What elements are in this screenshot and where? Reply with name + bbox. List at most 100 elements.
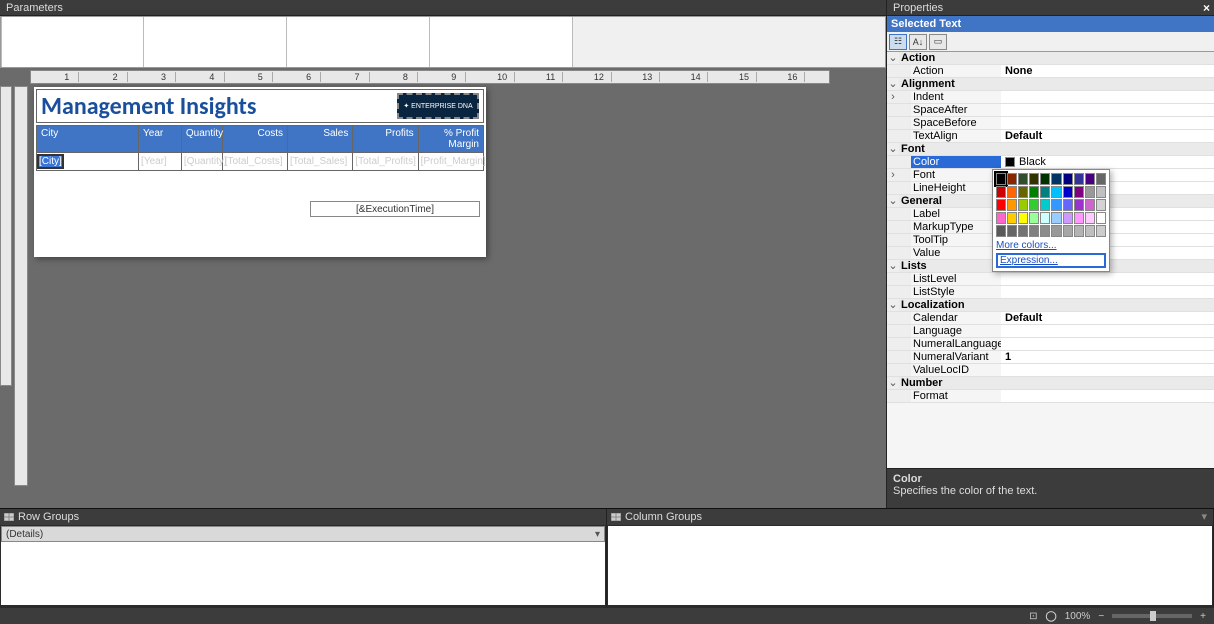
report-header[interactable]: Management Insights ✦ ENTERPRISE DNA <box>36 89 484 123</box>
color-swatch[interactable] <box>1051 173 1061 185</box>
property-row[interactable]: ListStyle <box>887 286 1214 299</box>
property-row[interactable]: Language <box>887 325 1214 338</box>
report-title[interactable]: Management Insights <box>41 92 256 121</box>
color-swatch[interactable] <box>1040 173 1050 185</box>
color-swatch[interactable] <box>1007 199 1017 211</box>
color-swatch[interactable] <box>1085 173 1095 185</box>
color-swatch[interactable] <box>1074 186 1084 198</box>
detail-cell[interactable]: [Profit_Margin] <box>418 153 483 171</box>
column-header[interactable]: Costs <box>222 126 287 153</box>
report-body[interactable]: Management Insights ✦ ENTERPRISE DNA Cit… <box>34 87 486 257</box>
color-swatch[interactable] <box>1040 186 1050 198</box>
parameters-area[interactable] <box>0 16 886 68</box>
color-swatch[interactable] <box>1096 225 1106 237</box>
param-cell[interactable] <box>144 17 287 67</box>
property-row[interactable]: ListLevel <box>887 273 1214 286</box>
property-row[interactable]: ActionNone <box>887 65 1214 78</box>
color-swatch[interactable] <box>1007 212 1017 224</box>
color-swatch[interactable] <box>1029 199 1039 211</box>
color-swatch[interactable] <box>1085 225 1095 237</box>
color-swatch[interactable] <box>1063 186 1073 198</box>
color-swatch[interactable] <box>1018 173 1028 185</box>
color-swatch[interactable] <box>1051 225 1061 237</box>
color-swatch[interactable] <box>1007 173 1017 185</box>
color-swatch[interactable] <box>1029 225 1039 237</box>
column-header[interactable]: Sales <box>288 126 353 153</box>
color-swatch[interactable] <box>1096 212 1106 224</box>
param-cell[interactable] <box>287 17 430 67</box>
color-swatch[interactable] <box>1018 225 1028 237</box>
column-header[interactable]: City <box>37 126 139 153</box>
color-swatch[interactable] <box>1074 225 1084 237</box>
property-row[interactable]: Format <box>887 390 1214 403</box>
logo-image[interactable]: ✦ ENTERPRISE DNA <box>397 93 479 119</box>
color-swatch[interactable] <box>1063 225 1073 237</box>
design-surface[interactable]: 12345678910111213141516 Management Insig… <box>0 68 886 508</box>
outline-toggle[interactable] <box>0 86 12 386</box>
detail-cell[interactable]: [Year] <box>139 153 182 171</box>
property-category[interactable]: ⌄Action <box>887 52 1214 65</box>
property-row[interactable]: NumeralLanguage <box>887 338 1214 351</box>
property-category[interactable]: ⌄Font <box>887 143 1214 156</box>
fit-width-icon[interactable]: ⊡ <box>1029 611 1037 622</box>
color-swatch[interactable] <box>1040 225 1050 237</box>
color-swatch[interactable] <box>1074 199 1084 211</box>
color-swatch[interactable] <box>1051 186 1061 198</box>
execution-time-textbox[interactable]: [&ExecutionTime] <box>310 201 480 217</box>
color-swatch[interactable] <box>1007 225 1017 237</box>
more-colors-link[interactable]: More colors... <box>996 238 1106 253</box>
zoom-out-icon[interactable]: ◯ <box>1046 611 1057 622</box>
property-row[interactable]: ColorBlack <box>887 156 1214 169</box>
detail-cell[interactable]: [City] <box>37 153 139 171</box>
zoom-plus-icon[interactable]: + <box>1200 611 1206 622</box>
param-cell[interactable] <box>1 17 144 67</box>
column-header[interactable]: Quantity <box>181 126 222 153</box>
color-swatch[interactable] <box>1018 186 1028 198</box>
color-swatch[interactable] <box>1007 186 1017 198</box>
property-row[interactable]: SpaceBefore <box>887 117 1214 130</box>
property-row[interactable]: NumeralVariant1 <box>887 351 1214 364</box>
color-swatch[interactable] <box>996 199 1006 211</box>
chevron-down-icon[interactable]: ▾ <box>595 527 600 541</box>
color-swatch[interactable] <box>1096 186 1106 198</box>
expression-link[interactable]: Expression... <box>996 253 1106 268</box>
color-picker-popup[interactable]: More colors... Expression... <box>992 169 1110 272</box>
color-swatch[interactable] <box>1040 212 1050 224</box>
property-category[interactable]: ⌄Number <box>887 377 1214 390</box>
property-row[interactable]: ValueLocID <box>887 364 1214 377</box>
close-icon[interactable]: × <box>1203 0 1214 16</box>
color-swatch[interactable] <box>1085 186 1095 198</box>
detail-cell[interactable]: [Total_Sales] <box>288 153 353 171</box>
color-swatch[interactable] <box>1074 173 1084 185</box>
zoom-slider[interactable] <box>1112 614 1192 618</box>
color-swatch[interactable] <box>1040 199 1050 211</box>
color-swatch[interactable] <box>1029 212 1039 224</box>
color-swatch[interactable] <box>996 173 1006 185</box>
color-swatch[interactable] <box>1029 173 1039 185</box>
detail-cell[interactable]: [Quantity] <box>181 153 222 171</box>
property-pages-button[interactable]: ▭ <box>929 34 947 50</box>
column-header[interactable]: Profits <box>353 126 418 153</box>
zoom-minus-icon[interactable]: − <box>1098 611 1104 622</box>
color-swatch[interactable] <box>1063 199 1073 211</box>
color-swatch[interactable] <box>1063 212 1073 224</box>
property-row[interactable]: TextAlignDefault <box>887 130 1214 143</box>
chevron-down-icon[interactable]: ▾ <box>1201 509 1213 525</box>
detail-cell[interactable]: [Total_Profits] <box>353 153 418 171</box>
color-swatch[interactable] <box>1029 186 1039 198</box>
column-header[interactable]: Year <box>139 126 182 153</box>
color-swatch[interactable] <box>996 212 1006 224</box>
color-swatch[interactable] <box>1018 212 1028 224</box>
categorized-button[interactable]: ☷ <box>889 34 907 50</box>
color-swatch[interactable] <box>996 225 1006 237</box>
alphabetical-button[interactable]: A↓ <box>909 34 927 50</box>
color-swatch[interactable] <box>1063 173 1073 185</box>
property-row[interactable]: ›Indent <box>887 91 1214 104</box>
color-swatch[interactable] <box>1018 199 1028 211</box>
column-header[interactable]: % Profit Margin <box>418 126 483 153</box>
report-table[interactable]: CityYearQuantityCostsSalesProfits% Profi… <box>36 125 484 171</box>
color-swatch[interactable] <box>996 186 1006 198</box>
property-row[interactable]: CalendarDefault <box>887 312 1214 325</box>
color-swatch[interactable] <box>1051 212 1061 224</box>
color-swatch[interactable] <box>1051 199 1061 211</box>
